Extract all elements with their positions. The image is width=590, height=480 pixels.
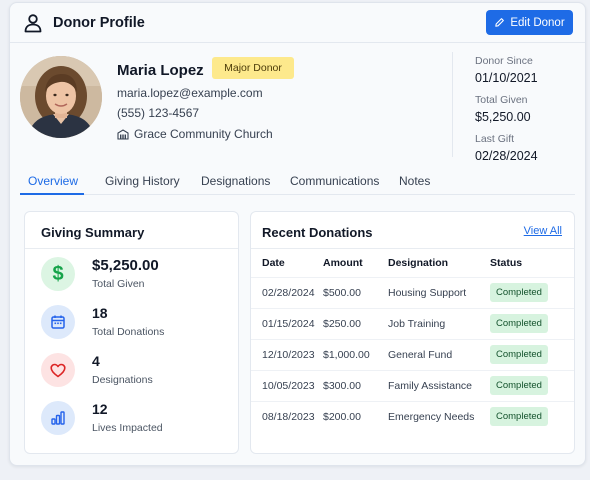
- table-row[interactable]: 10/05/2023 $300.00 Family Assistance Com…: [251, 369, 574, 401]
- column-header: Date: [262, 256, 285, 269]
- summary-label: Total Donations: [92, 326, 165, 338]
- tab-giving-history[interactable]: Giving History: [105, 174, 180, 188]
- donation-amount: $200.00: [323, 400, 388, 432]
- column-header: Status: [490, 256, 523, 269]
- view-all-link[interactable]: View All: [524, 225, 562, 237]
- summary-value: 18: [92, 305, 108, 321]
- donor-email: maria.lopez@example.com: [117, 86, 263, 100]
- donation-amount: $1,000.00: [323, 338, 388, 370]
- column-header: Amount: [323, 256, 363, 269]
- donation-amount: $500.00: [323, 276, 388, 308]
- giving-summary-title: Giving Summary: [41, 225, 145, 240]
- stat-value: $5,250.00: [475, 110, 531, 124]
- user-icon: [24, 13, 42, 32]
- column-header: Designation: [388, 256, 449, 269]
- tab-designations[interactable]: Designations: [201, 174, 270, 188]
- recent-donations-title: Recent Donations: [262, 225, 373, 240]
- summary-designations: 4 Designations: [41, 353, 241, 393]
- panel-divider: [25, 248, 238, 249]
- donation-designation: Job Training: [388, 307, 490, 339]
- calendar-icon: [41, 305, 75, 339]
- donation-amount: $300.00: [323, 369, 388, 401]
- donor-profile-card: Donor Profile Edit Donor Maria Lopez Maj…: [9, 2, 586, 466]
- status-badge: Completed: [490, 376, 548, 395]
- donation-date: 02/28/2024: [251, 276, 323, 308]
- donor-stats: Donor Since 01/10/2021 Total Given $5,25…: [475, 55, 538, 172]
- dollar-icon: $: [41, 257, 75, 291]
- summary-value: 12: [92, 401, 108, 417]
- stat-value: 02/28/2024: [475, 149, 538, 163]
- donation-date: 10/05/2023: [251, 369, 323, 401]
- edit-donor-button[interactable]: Edit Donor: [486, 10, 573, 35]
- card-header: Donor Profile Edit Donor: [10, 3, 585, 43]
- table-header-row: Date Amount Designation Status: [251, 249, 574, 277]
- profile-divider: [452, 52, 453, 157]
- status-badge: Completed: [490, 283, 548, 302]
- page-title: Donor Profile: [53, 14, 145, 31]
- summary-label: Designations: [92, 374, 153, 386]
- status-badge: Completed: [490, 345, 548, 364]
- avatar: [20, 56, 102, 138]
- edit-donor-label: Edit Donor: [510, 16, 565, 29]
- giving-summary-panel: Giving Summary $ $5,250.00 Total Given 1…: [24, 211, 239, 454]
- stat-label: Donor Since: [475, 55, 533, 67]
- tab-communications[interactable]: Communications: [290, 174, 379, 188]
- tab-bar: Overview Giving History Designations Com…: [20, 163, 575, 195]
- donation-designation: Emergency Needs: [388, 400, 490, 432]
- donation-designation: Housing Support: [388, 276, 490, 308]
- donor-phone: (555) 123-4567: [117, 106, 200, 120]
- summary-total-donations: 18 Total Donations: [41, 305, 241, 345]
- donation-amount: $250.00: [323, 307, 388, 339]
- pencil-icon: [495, 18, 505, 27]
- tab-overview[interactable]: Overview: [28, 174, 78, 188]
- table-row[interactable]: 01/15/2024 $250.00 Job Training Complete…: [251, 307, 574, 339]
- stat-value: 01/10/2021: [475, 71, 538, 85]
- recent-donations-panel: Recent Donations View All Date Amount De…: [250, 211, 575, 454]
- summary-total-given: $ $5,250.00 Total Given: [41, 257, 241, 297]
- major-donor-badge: Major Donor: [212, 57, 294, 79]
- tab-notes[interactable]: Notes: [399, 174, 430, 188]
- church-icon: [117, 129, 129, 140]
- summary-label: Total Given: [92, 278, 145, 290]
- summary-lives-impacted: 12 Lives Impacted: [41, 401, 241, 441]
- heart-icon: [41, 353, 75, 387]
- donation-designation: General Fund: [388, 338, 490, 370]
- summary-value: 4: [92, 353, 100, 369]
- active-tab-indicator: [20, 193, 84, 195]
- donor-name: Maria Lopez: [117, 62, 204, 79]
- status-badge: Completed: [490, 314, 548, 333]
- summary-label: Lives Impacted: [92, 422, 163, 434]
- table-row[interactable]: 02/28/2024 $500.00 Housing Support Compl…: [251, 276, 574, 308]
- donation-date: 01/15/2024: [251, 307, 323, 339]
- donation-date: 08/18/2023: [251, 400, 323, 432]
- table-row[interactable]: 08/18/2023 $200.00 Emergency Needs Compl…: [251, 400, 574, 432]
- donor-church: Grace Community Church: [117, 127, 273, 141]
- donations-table: Date Amount Designation Status 02/28/202…: [251, 249, 574, 432]
- bar-chart-icon: [41, 401, 75, 435]
- donation-designation: Family Assistance: [388, 369, 490, 401]
- church-label: Grace Community Church: [134, 127, 273, 141]
- status-badge: Completed: [490, 407, 548, 427]
- stat-label: Total Given: [475, 94, 528, 106]
- stat-label: Last Gift: [475, 133, 515, 145]
- donation-date: 12/10/2023: [251, 338, 323, 370]
- profile-section: Maria Lopez Major Donor maria.lopez@exam…: [10, 44, 585, 163]
- table-row[interactable]: 12/10/2023 $1,000.00 General Fund Comple…: [251, 338, 574, 370]
- summary-value: $5,250.00: [92, 257, 159, 274]
